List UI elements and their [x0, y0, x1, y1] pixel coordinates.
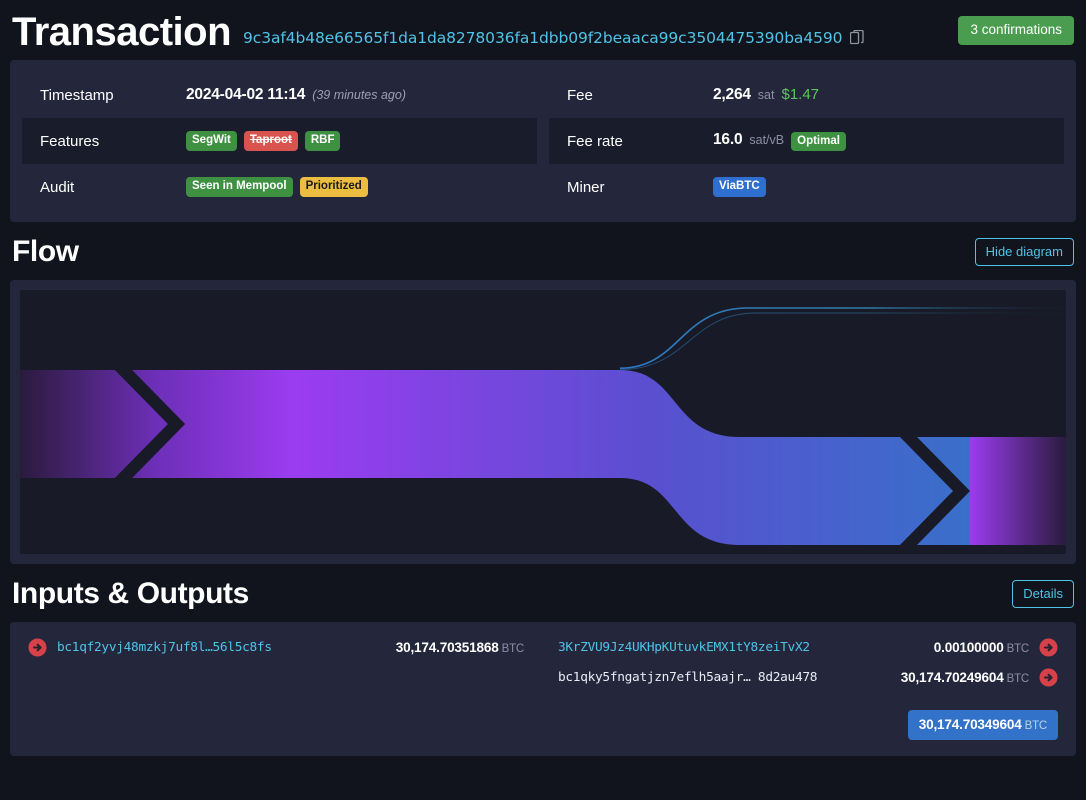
detail-label: Timestamp	[40, 87, 186, 104]
arrow-right-icon[interactable]	[1039, 668, 1058, 687]
detail-label: Audit	[40, 179, 186, 196]
fee-value: 2,264	[713, 86, 751, 104]
io-section-header: Inputs & Outputs Details	[0, 564, 1086, 622]
arrow-right-icon[interactable]	[1039, 638, 1058, 657]
page-title: Transaction	[12, 8, 231, 56]
detail-label: Features	[40, 133, 186, 150]
detail-row-features: Features SegWit Taproot RBF	[22, 118, 537, 164]
output-amount-unit: BTC	[1007, 643, 1029, 655]
transaction-hash-group: 9c3af4b48e66565f1da1da8278036fa1dbb09f2b…	[243, 29, 864, 47]
badge-segwit[interactable]: SegWit	[186, 131, 237, 150]
inputs-outputs-grid: bc1qf2yvj48mzkj7uf8l…56l5c8fs 30,174.703…	[28, 636, 1058, 740]
transaction-hash[interactable]: 9c3af4b48e66565f1da1da8278036fa1dbb09f2b…	[243, 29, 842, 47]
outputs-list: 3KrZVU9Jz4UKHpKUtuvkEMX1tY8zeiTvX2 0.001…	[558, 636, 1058, 740]
input-row[interactable]: bc1qf2yvj48mzkj7uf8l…56l5c8fs 30,174.703…	[28, 636, 528, 658]
sankey-tiny-output-flow-shadow	[620, 313, 1066, 370]
output-amount: 0.00100000BTC	[934, 640, 1029, 655]
detail-value: 16.0 sat/vB Optimal	[713, 131, 846, 151]
fee-rate-unit: sat/vB	[749, 133, 784, 147]
confirmations-badge[interactable]: 3 confirmations	[958, 16, 1074, 45]
detail-label: Fee rate	[567, 133, 713, 150]
io-title: Inputs & Outputs	[12, 576, 249, 612]
output-address[interactable]: bc1qky5fngatjzn7eflh5aajr… 8d2au478	[558, 670, 817, 685]
badge-taproot[interactable]: Taproot	[244, 131, 298, 150]
badge-seen-in-mempool[interactable]: Seen in Mempool	[186, 177, 293, 196]
detail-row-miner: Miner ViaBTC	[549, 164, 1064, 210]
sankey-svg	[20, 290, 1066, 554]
sankey-output-tail	[970, 437, 1066, 545]
flow-title: Flow	[12, 234, 79, 270]
fee-rate-value: 16.0	[713, 131, 742, 149]
badge-miner-viabtc[interactable]: ViaBTC	[713, 177, 766, 196]
input-amount-value: 30,174.70351868	[396, 640, 499, 655]
output-row[interactable]: bc1qky5fngatjzn7eflh5aajr… 8d2au478 30,1…	[558, 666, 1058, 688]
detail-value: 2024-04-02 11:14 (39 minutes ago)	[186, 86, 406, 104]
output-total-badge[interactable]: 30,174.70349604BTC	[908, 710, 1058, 740]
inputs-list: bc1qf2yvj48mzkj7uf8l…56l5c8fs 30,174.703…	[28, 636, 528, 740]
output-amount-value: 0.00100000	[934, 640, 1004, 655]
fee-unit: sat	[758, 88, 775, 102]
detail-row-timestamp: Timestamp 2024-04-02 11:14 (39 minutes a…	[22, 72, 537, 118]
output-row[interactable]: 3KrZVU9Jz4UKHpKUtuvkEMX1tY8zeiTvX2 0.001…	[558, 636, 1058, 658]
output-amount: 30,174.70249604BTC	[901, 670, 1029, 685]
output-total-row: 30,174.70349604BTC	[558, 710, 1058, 740]
detail-value: 2,264 sat $1.47	[713, 86, 819, 104]
input-amount-unit: BTC	[502, 643, 524, 655]
detail-label: Miner	[567, 179, 713, 196]
detail-value: ViaBTC	[713, 177, 766, 196]
timestamp-relative: (39 minutes ago)	[312, 88, 406, 102]
input-amount: 30,174.70351868BTC	[396, 640, 524, 655]
copy-icon[interactable]	[850, 30, 864, 46]
output-total-value: 30,174.70349604	[919, 717, 1022, 732]
flow-diagram-card	[10, 280, 1076, 564]
transaction-page: Transaction 9c3af4b48e66565f1da1da827803…	[0, 0, 1086, 800]
arrow-right-icon[interactable]	[28, 638, 47, 657]
input-address[interactable]: bc1qf2yvj48mzkj7uf8l…56l5c8fs	[57, 640, 272, 655]
details-column-right: Fee 2,264 sat $1.47 Fee rate 16.0 sat/vB…	[549, 72, 1064, 210]
details-button[interactable]: Details	[1012, 580, 1074, 608]
detail-row-fee-rate: Fee rate 16.0 sat/vB Optimal	[549, 118, 1064, 164]
detail-row-fee: Fee 2,264 sat $1.47	[549, 72, 1064, 118]
output-total-unit: BTC	[1025, 720, 1047, 732]
badge-optimal[interactable]: Optimal	[791, 132, 846, 151]
output-address[interactable]: 3KrZVU9Jz4UKHpKUtuvkEMX1tY8zeiTvX2	[558, 640, 810, 655]
detail-row-audit: Audit Seen in Mempool Prioritized	[22, 164, 537, 210]
sankey-tiny-output-flow	[620, 308, 1066, 368]
badge-prioritized[interactable]: Prioritized	[300, 177, 368, 196]
output-amount-unit: BTC	[1007, 673, 1029, 685]
detail-value: Seen in Mempool Prioritized	[186, 177, 368, 196]
badge-rbf[interactable]: RBF	[305, 131, 341, 150]
detail-label: Fee	[567, 87, 713, 104]
details-column-left: Timestamp 2024-04-02 11:14 (39 minutes a…	[22, 72, 537, 210]
inputs-outputs-card: bc1qf2yvj48mzkj7uf8l…56l5c8fs 30,174.703…	[10, 622, 1076, 756]
transaction-details-panel: Timestamp 2024-04-02 11:14 (39 minutes a…	[10, 60, 1076, 222]
flow-section-header: Flow Hide diagram	[0, 222, 1086, 280]
page-header: Transaction 9c3af4b48e66565f1da1da827803…	[0, 0, 1086, 60]
flow-diagram[interactable]	[20, 290, 1066, 554]
output-amount-value: 30,174.70249604	[901, 670, 1004, 685]
detail-value: SegWit Taproot RBF	[186, 131, 340, 150]
fee-fiat: $1.47	[781, 86, 819, 103]
hide-diagram-button[interactable]: Hide diagram	[975, 238, 1074, 266]
timestamp-value: 2024-04-02 11:14	[186, 86, 305, 104]
